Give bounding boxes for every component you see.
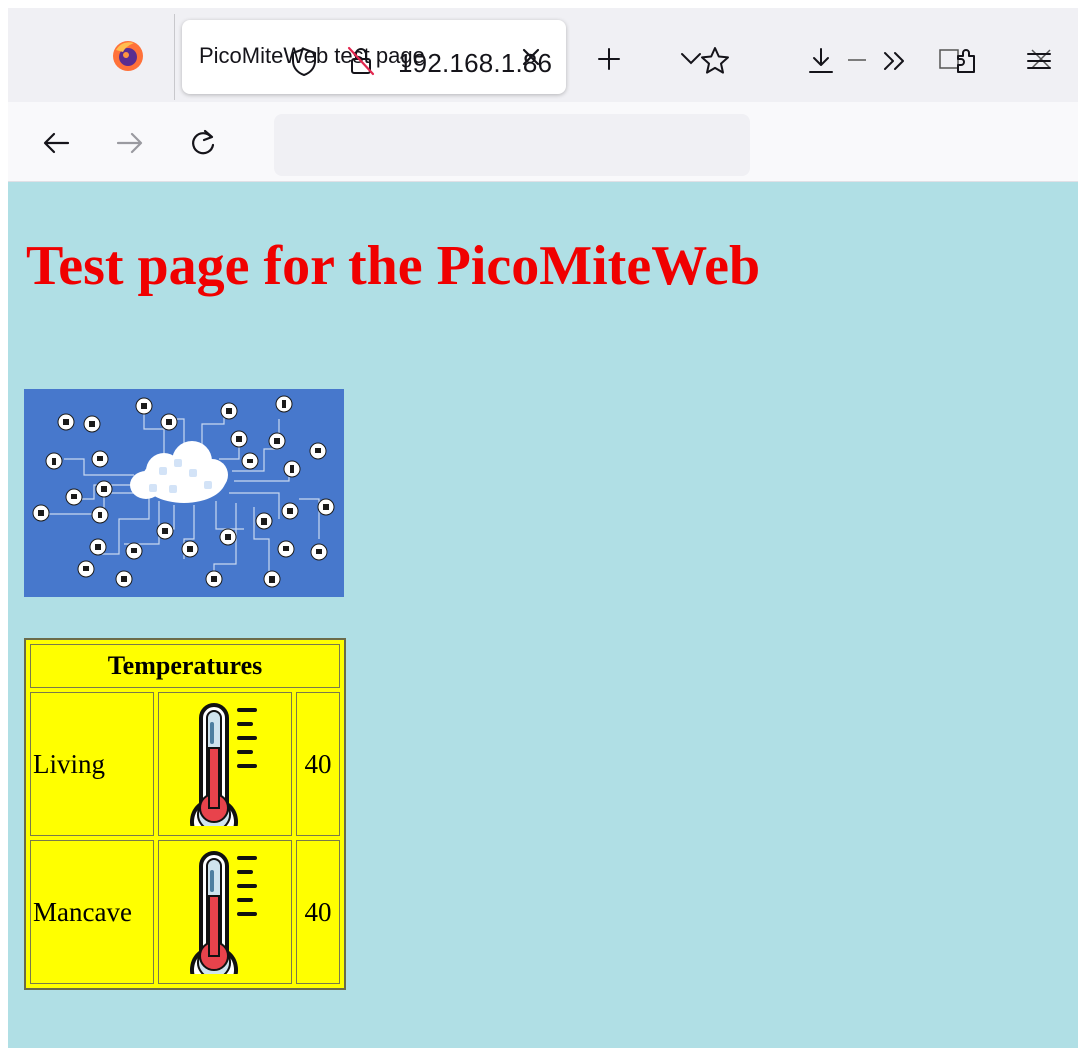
tracking-shield-icon[interactable] bbox=[288, 46, 320, 78]
temperature-value: 40 bbox=[296, 692, 340, 836]
room-name: Mancave bbox=[30, 840, 154, 984]
room-name: Living bbox=[30, 692, 154, 836]
minimize-icon[interactable] bbox=[844, 46, 870, 72]
insecure-lock-icon[interactable] bbox=[344, 44, 378, 78]
temperature-value: 40 bbox=[296, 840, 340, 984]
iot-cloud-network-image bbox=[24, 389, 344, 597]
download-icon[interactable] bbox=[804, 44, 838, 78]
page-content: Test page for the PicoMiteWeb Temperatur… bbox=[8, 182, 1078, 1048]
table-header: Temperatures bbox=[30, 644, 340, 688]
table-row-mancave: Mancave 40 bbox=[30, 840, 340, 994]
nav-bar bbox=[8, 102, 1078, 182]
thermometer-icon-cell bbox=[158, 692, 292, 846]
reload-icon[interactable] bbox=[186, 126, 220, 160]
tab-separator bbox=[174, 14, 175, 100]
overflow-chevrons-icon[interactable] bbox=[878, 44, 912, 78]
extensions-puzzle-icon[interactable] bbox=[950, 44, 984, 78]
page-heading: Test page for the PicoMiteWeb bbox=[26, 235, 761, 297]
table-row-living: Living 40 bbox=[30, 692, 340, 846]
url-text[interactable]: 192.168.1.86 bbox=[398, 48, 552, 79]
temperatures-table: Temperatures Living 40 Mancave 40 bbox=[24, 638, 346, 994]
browser-window: PicoMiteWeb test page 192.168.1.86 Test … bbox=[8, 8, 1078, 1048]
firefox-logo-icon[interactable] bbox=[110, 38, 146, 74]
forward-arrow-icon[interactable] bbox=[112, 126, 146, 160]
back-arrow-icon[interactable] bbox=[40, 126, 74, 160]
new-tab-plus-icon[interactable] bbox=[596, 46, 622, 72]
hamburger-menu-icon[interactable] bbox=[1022, 44, 1056, 78]
bookmark-star-icon[interactable] bbox=[698, 44, 732, 78]
url-bar[interactable] bbox=[274, 114, 750, 176]
thermometer-icon-cell bbox=[158, 840, 292, 994]
thermometer-icon bbox=[190, 850, 257, 994]
thermometer-icon bbox=[190, 702, 257, 846]
